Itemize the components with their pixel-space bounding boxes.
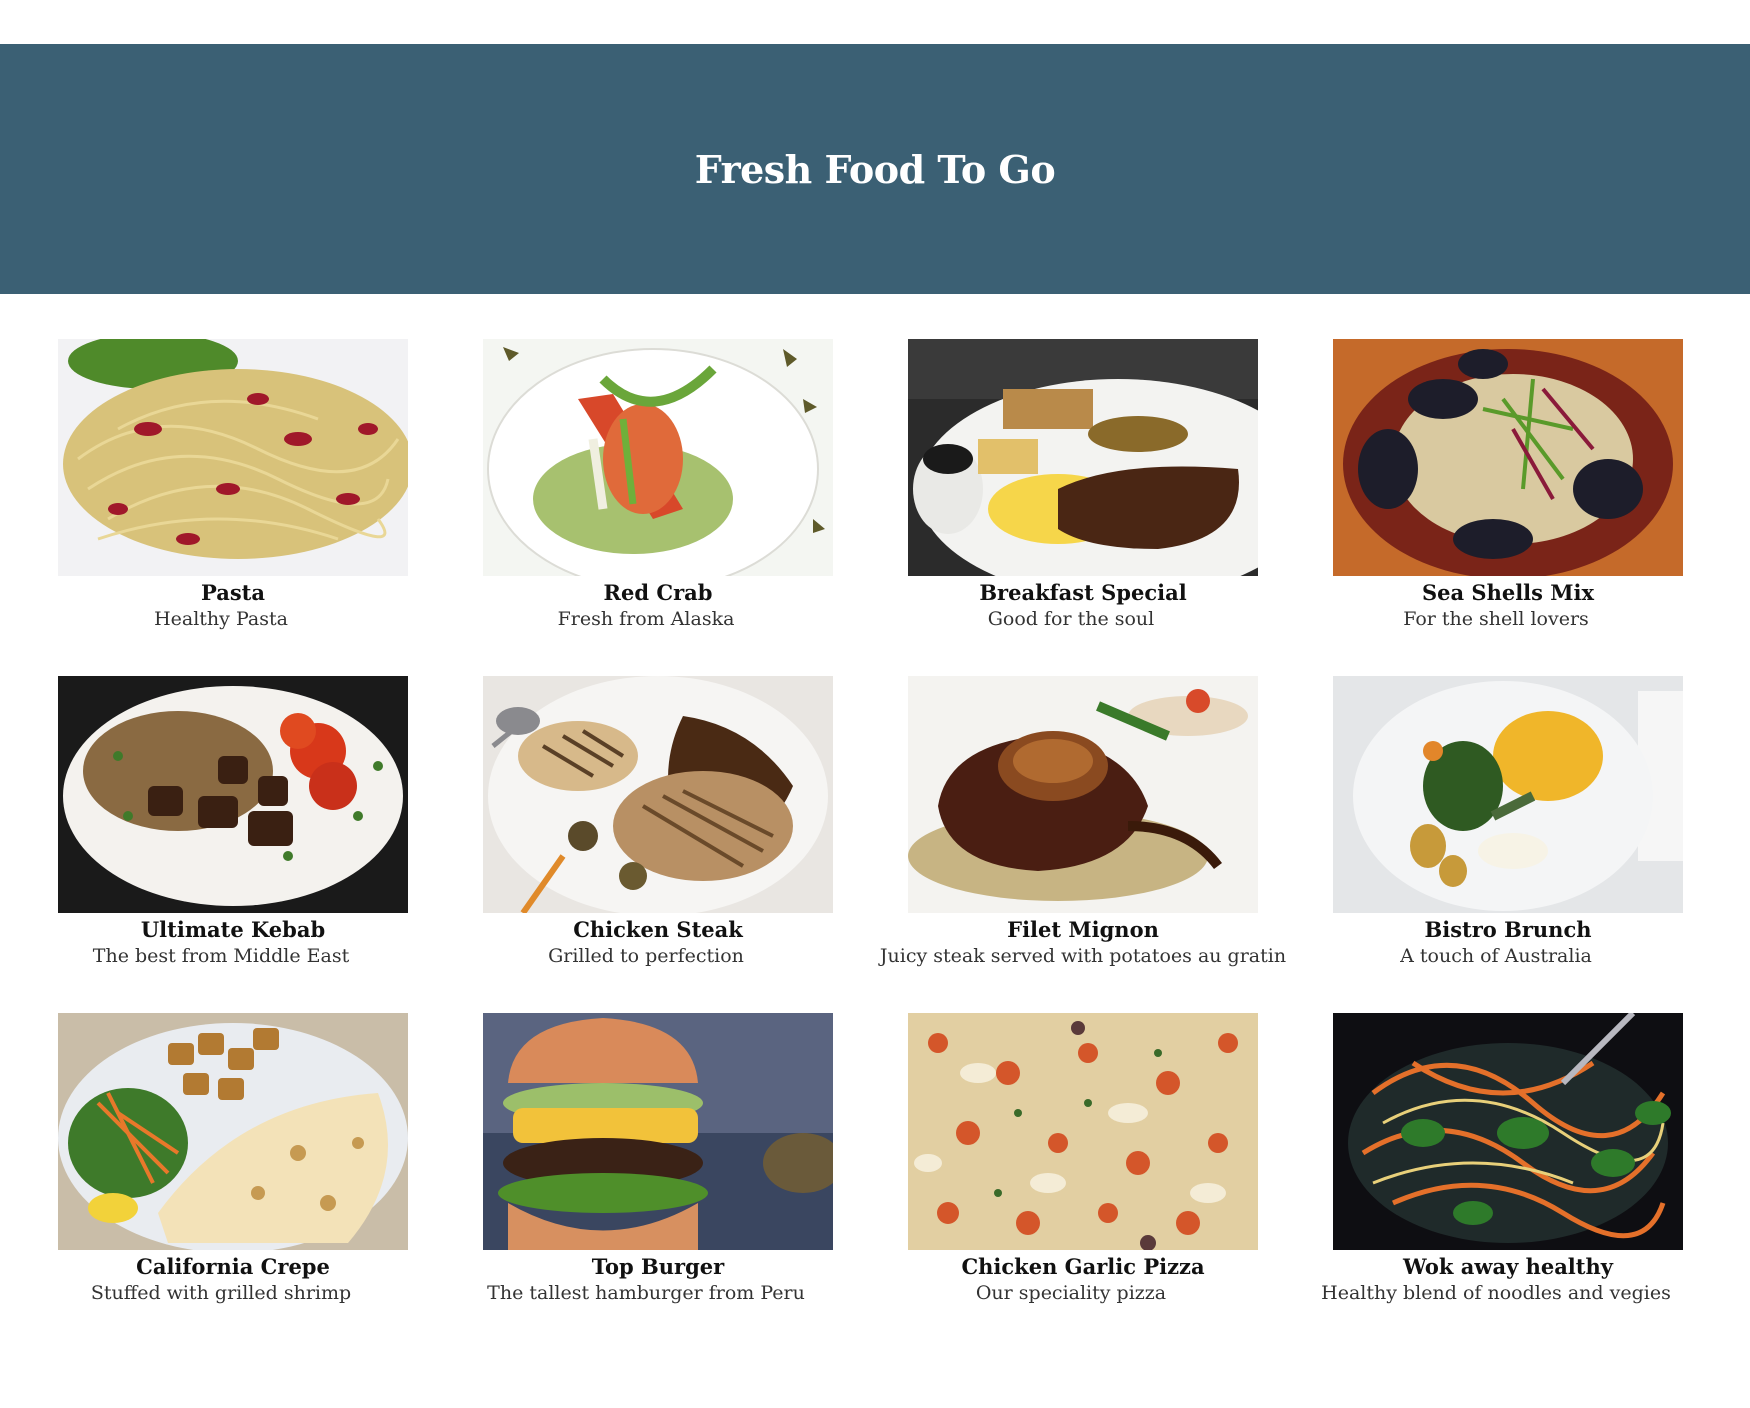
menu-item-chicken-garlic-pizza[interactable]: Chicken Garlic Pizza Our speciality pizz…	[908, 1013, 1258, 1306]
menu-item-ultimate-kebab[interactable]: Ultimate Kebab The best from Middle East	[58, 676, 408, 969]
header-banner: Fresh Food To Go	[0, 44, 1750, 294]
menu-item-breakfast-special[interactable]: Breakfast Special Good for the soul	[908, 339, 1258, 632]
pizza-photo[interactable]	[908, 1013, 1258, 1250]
menu-item-title: Chicken Steak	[573, 917, 743, 942]
menu-item-subtitle: The tallest hamburger from Peru	[487, 1282, 805, 1304]
page-title: Fresh Food To Go	[694, 146, 1056, 192]
kebab-photo[interactable]	[58, 676, 408, 913]
menu-item-top-burger[interactable]: Top Burger The tallest hamburger from Pe…	[483, 1013, 833, 1306]
filet-mignon-photo[interactable]	[908, 676, 1258, 913]
menu-item-subtitle: Grilled to perfection	[548, 945, 744, 967]
bistro-brunch-photo[interactable]	[1333, 676, 1683, 913]
menu-item-title: Filet Mignon	[1007, 917, 1159, 942]
menu-item-wok-away-healthy[interactable]: Wok away healthy Healthy blend of noodle…	[1321, 1013, 1683, 1306]
menu-item-subtitle: Healthy Pasta	[154, 608, 288, 630]
crepe-photo[interactable]	[58, 1013, 408, 1250]
menu-item-sea-shells-mix[interactable]: Sea Shells Mix For the shell lovers	[1333, 339, 1683, 632]
menu-item-title: Pasta	[201, 580, 265, 605]
menu-grid: Pasta Healthy Pasta Red Crab Fresh from …	[58, 339, 1684, 1306]
menu-item-title: California Crepe	[136, 1254, 330, 1279]
menu-item-bistro-brunch[interactable]: Bistro Brunch A touch of Australia	[1333, 676, 1683, 969]
menu-item-title: Top Burger	[591, 1254, 725, 1279]
menu-item-subtitle: Fresh from Alaska	[557, 608, 735, 630]
menu-item-pasta[interactable]: Pasta Healthy Pasta	[58, 339, 408, 632]
menu-item-subtitle: For the shell lovers	[1403, 608, 1589, 630]
menu-item-filet-mignon[interactable]: Filet Mignon Juicy steak served with pot…	[880, 676, 1286, 969]
menu-item-subtitle: A touch of Australia	[1400, 945, 1592, 967]
menu-item-subtitle: Juicy steak served with potatoes au grat…	[879, 945, 1287, 967]
menu-item-california-crepe[interactable]: California Crepe Stuffed with grilled sh…	[58, 1013, 408, 1306]
wok-noodles-photo[interactable]	[1333, 1013, 1683, 1250]
menu-item-title: Ultimate Kebab	[140, 917, 326, 942]
menu-item-title: Sea Shells Mix	[1421, 580, 1595, 605]
mussels-pasta-photo[interactable]	[1333, 339, 1683, 576]
menu-item-title: Bistro Brunch	[1424, 917, 1592, 942]
red-crab-photo[interactable]	[483, 339, 833, 576]
chicken-steak-photo[interactable]	[483, 676, 833, 913]
menu-item-subtitle: Our speciality pizza	[975, 1282, 1167, 1304]
menu-item-subtitle: The best from Middle East	[92, 945, 350, 967]
menu-item-subtitle: Healthy blend of noodles and vegies	[1321, 1282, 1671, 1304]
menu-item-red-crab[interactable]: Red Crab Fresh from Alaska	[483, 339, 833, 632]
breakfast-photo[interactable]	[908, 339, 1258, 576]
menu-item-title: Breakfast Special	[979, 580, 1187, 605]
menu-item-subtitle: Good for the soul	[987, 608, 1155, 630]
menu-item-title: Red Crab	[603, 580, 713, 605]
menu-item-subtitle: Stuffed with grilled shrimp	[90, 1282, 352, 1304]
menu-item-title: Wok away healthy	[1403, 1254, 1613, 1279]
burger-photo[interactable]	[483, 1013, 833, 1250]
pasta-photo[interactable]	[58, 339, 408, 576]
menu-item-title: Chicken Garlic Pizza	[961, 1254, 1205, 1279]
menu-item-chicken-steak[interactable]: Chicken Steak Grilled to perfection	[483, 676, 833, 969]
